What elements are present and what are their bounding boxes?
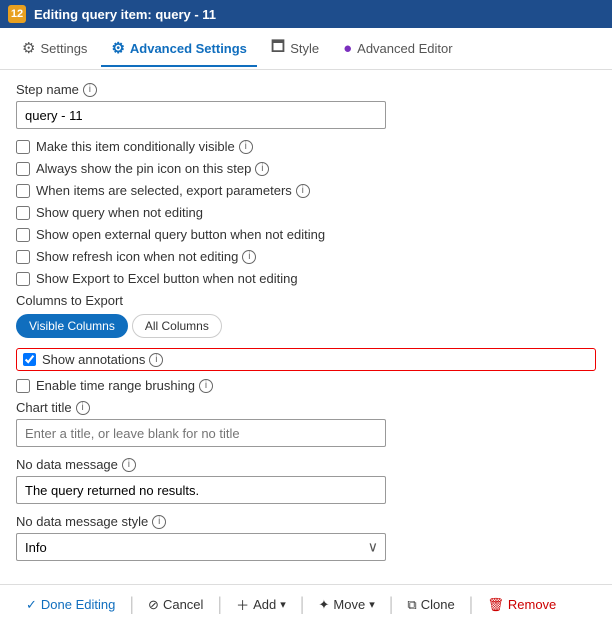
step-name-label: Step name i	[16, 82, 596, 97]
cond-visible-info-icon[interactable]: i	[239, 140, 253, 154]
refresh-icon-info-icon[interactable]: i	[242, 250, 256, 264]
tab-style-label: Style	[290, 41, 319, 56]
checkbox-pin-icon: Always show the pin icon on this step i	[16, 161, 596, 176]
title-text: Editing query item: query - 11	[34, 7, 216, 22]
no-data-style-select[interactable]: Info Warning Error	[16, 533, 386, 561]
done-editing-label: Done Editing	[41, 597, 115, 612]
advanced-settings-icon: ⚙	[111, 39, 124, 57]
title-bar: 12 Editing query item: query - 11	[0, 0, 612, 28]
show-annotations-info-icon[interactable]: i	[149, 353, 163, 367]
clone-icon: ⧉	[407, 597, 416, 613]
show-annotations-checkbox[interactable]	[23, 353, 36, 366]
sep-2: |	[217, 594, 222, 615]
remove-button[interactable]: 🗑 Remove	[477, 593, 566, 617]
no-data-msg-label: No data message i	[16, 457, 596, 472]
sep-1: |	[129, 594, 134, 615]
done-editing-button[interactable]: ✓ Done Editing	[16, 593, 125, 617]
add-icon: ＋	[236, 595, 249, 614]
checkbox-export-excel: Show Export to Excel button when not edi…	[16, 271, 596, 286]
pin-icon-info-icon[interactable]: i	[255, 162, 269, 176]
enable-brushing-checkbox[interactable]	[16, 379, 30, 393]
checkbox-cond-visible: Make this item conditionally visible i	[16, 139, 596, 154]
action-bar: ✓ Done Editing | ⊘ Cancel | ＋ Add ▾ | ✦ …	[0, 584, 612, 624]
tab-advanced-settings[interactable]: ⚙ Advanced Settings	[101, 31, 256, 67]
tab-advanced-editor[interactable]: ● Advanced Editor	[333, 32, 462, 67]
visible-columns-btn[interactable]: Visible Columns	[16, 314, 128, 338]
columns-toggle-group: Visible Columns All Columns	[16, 314, 596, 338]
remove-icon: 🗑	[487, 597, 504, 613]
step-name-input[interactable]	[16, 101, 386, 129]
cancel-label: Cancel	[163, 597, 203, 612]
sep-3: |	[300, 594, 305, 615]
sep-4: |	[389, 594, 394, 615]
all-columns-btn[interactable]: All Columns	[132, 314, 222, 338]
tab-style[interactable]: 🗖 Style	[261, 28, 329, 71]
no-data-style-info-icon[interactable]: i	[152, 515, 166, 529]
show-annotations-row: Show annotations i	[16, 348, 596, 371]
show-query-checkbox[interactable]	[16, 206, 30, 220]
open-external-checkbox[interactable]	[16, 228, 30, 242]
add-caret-icon: ▾	[280, 598, 286, 611]
advanced-editor-icon: ●	[343, 40, 352, 57]
move-button[interactable]: ✦ Move ▾	[308, 593, 384, 617]
tab-bar: ⚙ Settings ⚙ Advanced Settings 🗖 Style ●…	[0, 28, 612, 70]
checkbox-export-params: When items are selected, export paramete…	[16, 183, 596, 198]
add-label: Add	[253, 597, 276, 612]
content-area: Step name i Make this item conditionally…	[0, 70, 612, 584]
columns-to-export-label: Columns to Export	[16, 293, 596, 308]
move-caret-icon: ▾	[369, 598, 375, 611]
no-data-msg-input[interactable]	[16, 476, 386, 504]
add-button[interactable]: ＋ Add ▾	[226, 591, 296, 618]
no-data-style-dropdown-wrap: Info Warning Error ∨	[16, 533, 386, 561]
clone-button[interactable]: ⧉ Clone	[397, 593, 464, 617]
refresh-icon-checkbox[interactable]	[16, 250, 30, 264]
tab-advanced-editor-label: Advanced Editor	[357, 41, 452, 56]
checkbox-show-query: Show query when not editing	[16, 205, 596, 220]
checkbox-refresh-icon: Show refresh icon when not editing i	[16, 249, 596, 264]
tab-advanced-settings-label: Advanced Settings	[130, 41, 247, 56]
move-label: Move	[333, 597, 365, 612]
chart-title-label: Chart title i	[16, 400, 596, 415]
pin-icon-checkbox[interactable]	[16, 162, 30, 176]
cancel-icon: ⊘	[148, 597, 159, 613]
tab-settings[interactable]: ⚙ Settings	[12, 31, 97, 67]
export-params-checkbox[interactable]	[16, 184, 30, 198]
step-name-info-icon[interactable]: i	[83, 83, 97, 97]
cancel-button[interactable]: ⊘ Cancel	[138, 593, 213, 617]
settings-icon: ⚙	[22, 39, 35, 57]
move-icon: ✦	[318, 597, 329, 613]
sep-5: |	[469, 594, 474, 615]
checkbox-enable-brushing: Enable time range brushing i	[16, 378, 596, 393]
no-data-style-label: No data message style i	[16, 514, 596, 529]
no-data-msg-info-icon[interactable]: i	[122, 458, 136, 472]
export-params-info-icon[interactable]: i	[296, 184, 310, 198]
checkbox-open-external: Show open external query button when not…	[16, 227, 596, 242]
cond-visible-checkbox[interactable]	[16, 140, 30, 154]
clone-label: Clone	[421, 597, 455, 612]
item-number-badge: 12	[8, 5, 26, 23]
style-icon: 🗖	[271, 36, 285, 61]
remove-label: Remove	[508, 597, 556, 612]
tab-settings-label: Settings	[40, 41, 87, 56]
export-excel-checkbox[interactable]	[16, 272, 30, 286]
chart-title-info-icon[interactable]: i	[76, 401, 90, 415]
enable-brushing-info-icon[interactable]: i	[199, 379, 213, 393]
chart-title-input[interactable]	[16, 419, 386, 447]
done-editing-icon: ✓	[26, 597, 37, 613]
